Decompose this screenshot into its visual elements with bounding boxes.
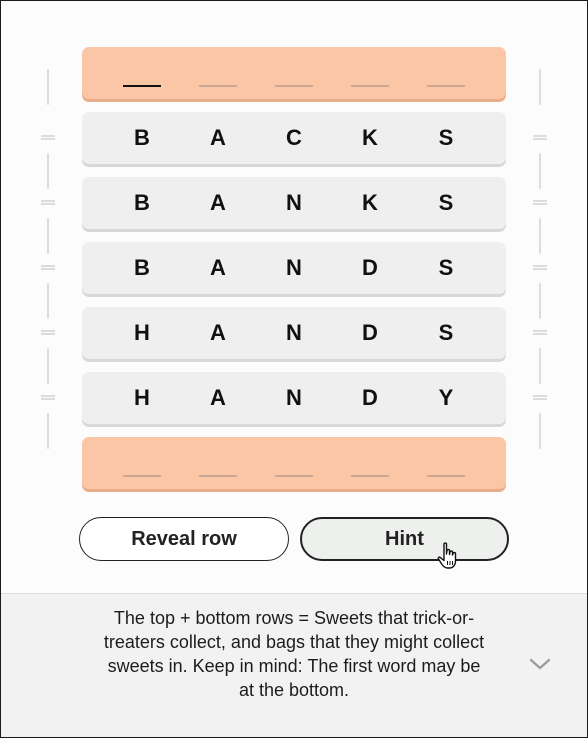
- letter-tile: N: [286, 320, 302, 345]
- letter-tile: D: [362, 320, 378, 345]
- drag-handle-icon[interactable]: [41, 200, 55, 205]
- drag-handle-icon[interactable]: [533, 330, 547, 335]
- letter-blank-active[interactable]: [123, 85, 161, 87]
- letter-tile: D: [362, 385, 378, 410]
- letter-tile: S: [438, 190, 454, 215]
- drag-handle-icon[interactable]: [41, 330, 55, 335]
- ladder-row[interactable]: B A C K S: [82, 112, 506, 164]
- ladder-row[interactable]: B A N K S: [82, 177, 506, 229]
- letter-tile: A: [210, 320, 226, 345]
- letter-tile: S: [438, 320, 454, 345]
- letter-tile: B: [134, 190, 150, 215]
- letter-tile: N: [286, 190, 302, 215]
- letter-blank[interactable]: [427, 85, 465, 87]
- letter-blank[interactable]: [199, 85, 237, 87]
- board-area: B A C K S B A N K S B A N D S H A N D S …: [1, 1, 587, 593]
- game-frame: B A C K S B A N K S B A N D S H A N D S …: [0, 0, 588, 738]
- letter-tile: K: [362, 190, 378, 215]
- letter-blank[interactable]: [351, 85, 389, 87]
- hint-text: The top + bottom rows = Sweets that tric…: [103, 608, 485, 700]
- letter-tile: B: [134, 255, 150, 280]
- letter-tile: N: [286, 255, 302, 280]
- letter-tile: K: [362, 125, 378, 150]
- drag-handle-icon[interactable]: [533, 200, 547, 205]
- letter-blank[interactable]: [199, 475, 237, 477]
- drag-handle-icon[interactable]: [41, 135, 55, 140]
- drag-handle-icon[interactable]: [41, 395, 55, 400]
- ladder-row[interactable]: B A N D S: [82, 242, 506, 294]
- letter-blank[interactable]: [427, 475, 465, 477]
- drag-handle-icon[interactable]: [41, 265, 55, 270]
- letter-tile: S: [438, 255, 454, 280]
- top-answer-row[interactable]: [82, 47, 506, 99]
- letter-blank[interactable]: [275, 85, 313, 87]
- letter-tile: N: [286, 385, 302, 410]
- hint-panel: The top + bottom rows = Sweets that tric…: [1, 593, 587, 737]
- drag-handle-icon[interactable]: [533, 135, 547, 140]
- letter-tile: D: [362, 255, 378, 280]
- hint-button[interactable]: Hint: [300, 517, 509, 561]
- ladder-row[interactable]: H A N D Y: [82, 372, 506, 424]
- hand-pointer-icon: [437, 542, 457, 569]
- letter-tile: H: [134, 320, 150, 345]
- letter-blank[interactable]: [351, 475, 389, 477]
- letter-blank[interactable]: [123, 475, 161, 477]
- letter-tile: A: [210, 125, 226, 150]
- letter-tile: A: [210, 190, 226, 215]
- letter-tile: B: [134, 125, 150, 150]
- ladder-row[interactable]: H A N D S: [82, 307, 506, 359]
- bottom-answer-row[interactable]: [82, 437, 506, 489]
- reveal-row-button[interactable]: Reveal row: [79, 517, 289, 561]
- drag-handle-icon[interactable]: [533, 265, 547, 270]
- letter-tile: Y: [438, 385, 454, 410]
- letter-tile: S: [438, 125, 454, 150]
- letter-blank[interactable]: [275, 475, 313, 477]
- chevron-down-icon[interactable]: [529, 657, 551, 671]
- letter-tile: C: [286, 125, 302, 150]
- drag-handle-icon[interactable]: [533, 395, 547, 400]
- letter-tile: A: [210, 385, 226, 410]
- letter-tile: H: [134, 385, 150, 410]
- letter-tile: A: [210, 255, 226, 280]
